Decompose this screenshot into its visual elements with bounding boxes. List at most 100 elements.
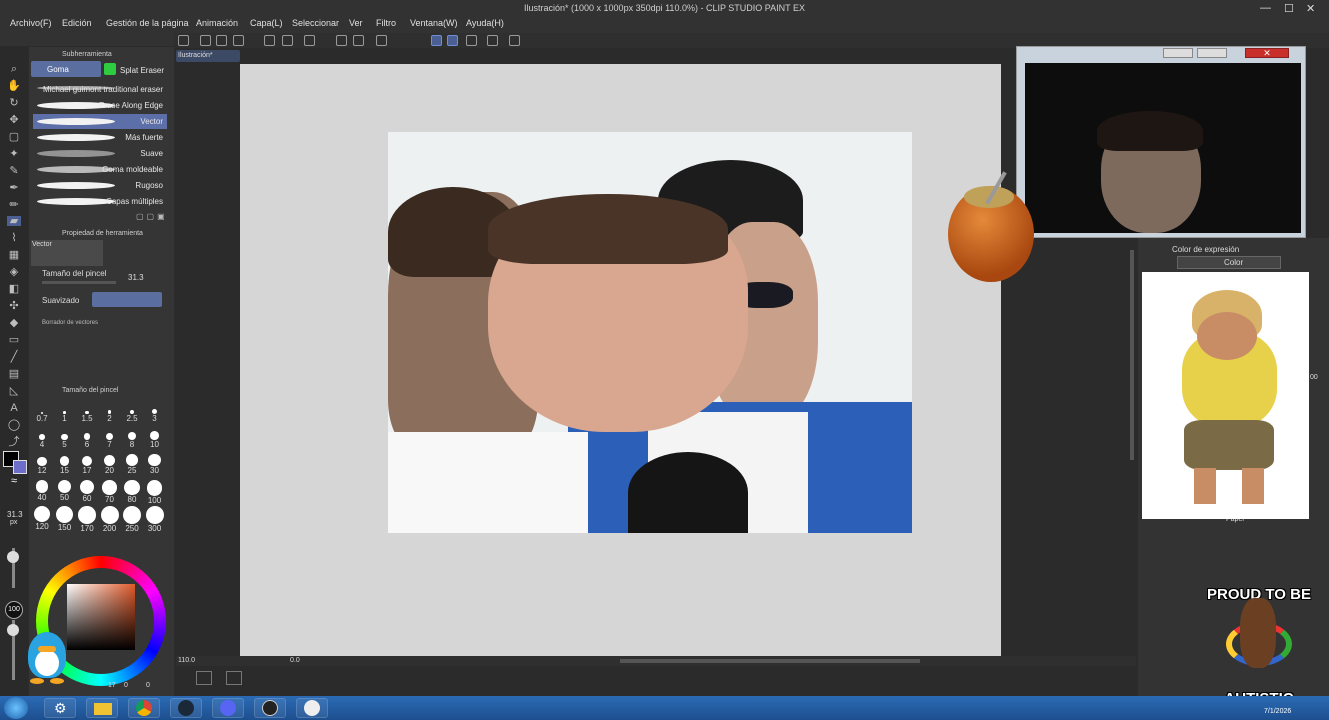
marquee-icon[interactable]: ▢ bbox=[7, 132, 21, 143]
tab-ilustracion[interactable]: Ilustración* bbox=[176, 50, 240, 62]
new-file-icon[interactable] bbox=[200, 35, 211, 46]
open-file-icon[interactable] bbox=[216, 35, 227, 46]
brush-size-preset[interactable]: 25 bbox=[121, 454, 143, 476]
frame-icon[interactable]: ▤ bbox=[7, 369, 21, 380]
brush-size-slider[interactable] bbox=[42, 281, 116, 284]
brush-size-preset[interactable]: 150 bbox=[54, 506, 76, 532]
minimize-button[interactable]: — bbox=[1260, 2, 1271, 14]
clip-studio-icon[interactable] bbox=[296, 698, 328, 718]
brush-size-preset[interactable]: 12 bbox=[31, 454, 53, 476]
brush-size-preset[interactable]: 100 bbox=[144, 480, 166, 505]
menu-capa[interactable]: Capa(L) bbox=[250, 18, 283, 28]
brush-size-preset[interactable]: 170 bbox=[76, 506, 98, 533]
subtool-actions[interactable]: ▢▢▣ bbox=[136, 212, 166, 222]
move-icon[interactable]: ✥ bbox=[7, 115, 21, 126]
pen-icon[interactable]: ✒ bbox=[7, 183, 21, 194]
menu-animacion[interactable]: Animación bbox=[196, 18, 238, 28]
smoothing-selector[interactable] bbox=[92, 292, 162, 307]
drop-icon[interactable]: ◆ bbox=[7, 318, 21, 329]
page-nav-icon-2[interactable] bbox=[226, 671, 242, 685]
brush-size-preset[interactable]: 2.5 bbox=[121, 402, 143, 424]
brush-size-preset[interactable]: 80 bbox=[121, 480, 143, 504]
brush-michael-guimont[interactable]: Michael guimont traditional eraser bbox=[33, 82, 167, 97]
opacity-slider-handle[interactable] bbox=[7, 624, 19, 636]
magic-wand-icon[interactable]: ✦ bbox=[7, 149, 21, 160]
chrome-icon[interactable] bbox=[128, 698, 160, 718]
settings-icon[interactable]: ⚙ bbox=[44, 698, 76, 718]
menu-gestion-pagina[interactable]: Gestión de la página bbox=[106, 18, 189, 28]
menu-seleccionar[interactable]: Seleccionar bbox=[292, 18, 339, 28]
fill-icon[interactable] bbox=[336, 35, 347, 46]
brush-size-preset[interactable]: 7 bbox=[99, 428, 121, 450]
save-icon[interactable] bbox=[233, 35, 244, 46]
menu-ver[interactable]: Ver bbox=[349, 18, 363, 28]
sub-color-swatch[interactable] bbox=[13, 460, 27, 474]
brush-size-preset[interactable]: 5 bbox=[54, 428, 76, 450]
brush-size-preset[interactable]: 4 bbox=[31, 428, 53, 450]
menu-ayuda[interactable]: Ayuda(H) bbox=[466, 18, 504, 28]
redo-icon[interactable] bbox=[282, 35, 293, 46]
rotate-icon[interactable]: ↻ bbox=[7, 98, 21, 109]
brush-size-preset[interactable]: 50 bbox=[54, 480, 76, 502]
pencil-icon[interactable]: ✏ bbox=[7, 200, 21, 211]
undo-icon[interactable] bbox=[264, 35, 275, 46]
transparent-color-icon[interactable]: ≈ bbox=[7, 476, 21, 487]
menu-edicion[interactable]: Edición bbox=[62, 18, 92, 28]
eraser-icon[interactable]: ▰ bbox=[7, 216, 21, 227]
ruler-tool-icon[interactable]: ◺ bbox=[7, 386, 21, 397]
tab-goma[interactable]: Goma bbox=[31, 61, 101, 77]
page-icon[interactable] bbox=[487, 35, 498, 46]
brush-size-preset[interactable]: 6 bbox=[76, 428, 98, 450]
text-icon[interactable]: A bbox=[7, 403, 21, 414]
menu-archivo[interactable]: Archivo(F) bbox=[10, 18, 52, 28]
transform-icon[interactable] bbox=[353, 35, 364, 46]
help-icon[interactable] bbox=[509, 35, 520, 46]
clear-icon[interactable] bbox=[304, 35, 315, 46]
brush-size-preset[interactable]: 1 bbox=[54, 402, 76, 424]
size-slider-handle[interactable] bbox=[7, 551, 19, 563]
balloon-icon[interactable]: ◯ bbox=[7, 420, 21, 431]
brush-mas-fuerte[interactable]: Más fuerte bbox=[33, 130, 167, 145]
page-nav-icon[interactable] bbox=[196, 671, 212, 685]
saturation-square[interactable] bbox=[67, 584, 135, 650]
obs-icon[interactable] bbox=[254, 698, 286, 718]
file-explorer-icon[interactable] bbox=[86, 698, 118, 718]
eyedropper-icon[interactable]: ✎ bbox=[7, 166, 21, 177]
steam-icon[interactable] bbox=[170, 698, 202, 718]
blend-icon[interactable]: ✣ bbox=[7, 301, 21, 312]
brush-size-preset[interactable]: 17 bbox=[76, 454, 98, 476]
snap-ruler-icon[interactable] bbox=[431, 35, 442, 46]
discord-icon[interactable] bbox=[212, 698, 244, 718]
ruler-icon[interactable] bbox=[466, 35, 477, 46]
tab-splat-eraser[interactable]: Splat Eraser bbox=[120, 66, 164, 75]
line-icon[interactable]: ╱ bbox=[7, 352, 21, 363]
maximize-button[interactable]: ☐ bbox=[1284, 2, 1294, 15]
brush-size-preset[interactable]: 70 bbox=[99, 480, 121, 504]
brush-size-preset[interactable]: 60 bbox=[76, 480, 98, 503]
expression-color-select[interactable]: Color bbox=[1177, 256, 1281, 269]
brush-size-preset[interactable]: 300 bbox=[144, 506, 166, 533]
shape-icon[interactable]: ▭ bbox=[7, 335, 21, 346]
brush-rugoso[interactable]: Rugoso bbox=[33, 178, 167, 193]
zoom-readout[interactable]: 110.0 bbox=[178, 657, 195, 664]
vertical-scrollbar[interactable] bbox=[1130, 250, 1134, 460]
menu-ventana[interactable]: Ventana(W) bbox=[410, 18, 458, 28]
brush-size-preset[interactable]: 2 bbox=[99, 402, 121, 424]
brush-size-preset[interactable]: 250 bbox=[121, 506, 143, 533]
brush-size-preset[interactable]: 120 bbox=[31, 506, 53, 531]
brush-size-value[interactable]: 31.3 bbox=[128, 273, 144, 282]
navigator-icon[interactable] bbox=[178, 35, 189, 46]
brush-size-preset[interactable]: 1.5 bbox=[76, 402, 98, 424]
brush-size-preset[interactable]: 200 bbox=[99, 506, 121, 533]
windows-start-icon[interactable] bbox=[4, 697, 28, 719]
gradient-icon[interactable]: ◧ bbox=[7, 284, 21, 295]
brush-size-preset[interactable]: 15 bbox=[54, 454, 76, 476]
brush-size-preset[interactable]: 30 bbox=[144, 454, 166, 476]
brush-icon[interactable]: ⌇ bbox=[7, 233, 21, 244]
hand-icon[interactable]: ✋ bbox=[7, 81, 21, 92]
brush-erase-along-edge[interactable]: Erase Along Edge bbox=[33, 98, 167, 113]
correct-line-icon[interactable]: ⤴ bbox=[7, 437, 21, 448]
brush-capas-multiples[interactable]: Capas múltiples bbox=[33, 194, 167, 209]
decoration-icon[interactable]: ▦ bbox=[7, 250, 21, 261]
brush-vector[interactable]: Vector bbox=[33, 114, 167, 129]
